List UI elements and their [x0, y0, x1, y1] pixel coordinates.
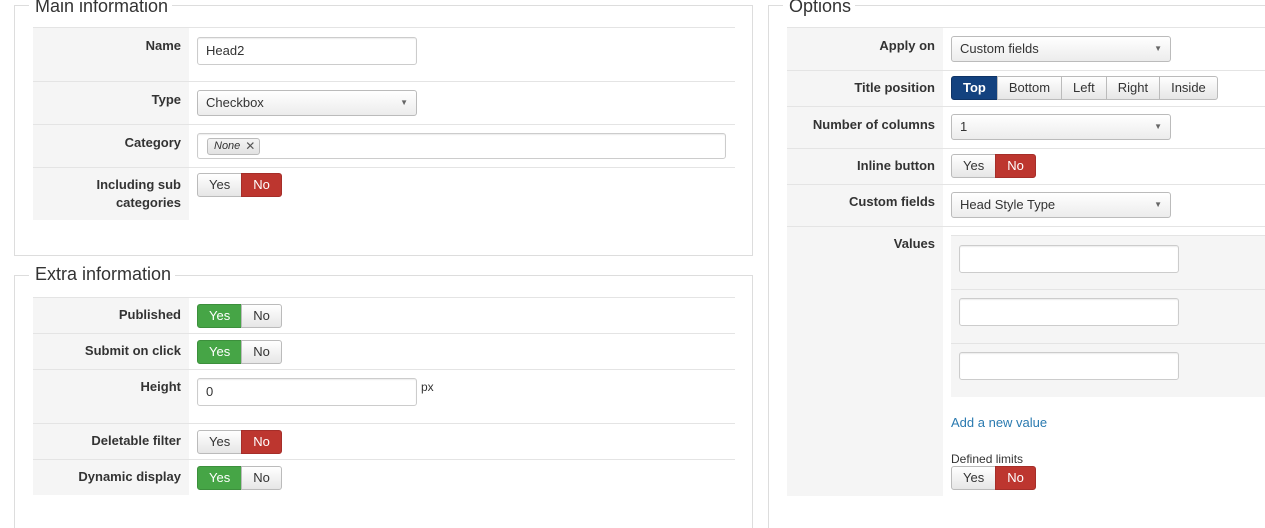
apply-on-select-value: Custom fields — [960, 41, 1039, 56]
custom-fields-select-value: Head Style Type — [960, 197, 1056, 212]
custom-fields-row: Custom fields Head Style Type ▼ — [787, 184, 1265, 226]
height-row: Height 0 px — [33, 369, 735, 423]
deletable-filter-toggle: Yes No — [197, 430, 282, 454]
title-position-toggle: Top Bottom Left Right Inside — [951, 76, 1218, 100]
submit-on-click-yes-button[interactable]: Yes — [197, 340, 243, 364]
custom-fields-label: Custom fields — [787, 185, 943, 226]
add-new-value-link[interactable]: Add a new value — [951, 415, 1047, 430]
options-legend: Options — [783, 0, 856, 16]
extra-information-legend: Extra information — [29, 264, 176, 284]
submit-on-click-row: Submit on click Yes No — [33, 333, 735, 369]
list-item — [951, 235, 1265, 289]
number-of-columns-label: Number of columns — [787, 107, 943, 148]
category-tag-label: None — [214, 140, 241, 152]
chevron-down-icon: ▼ — [1154, 122, 1162, 131]
submit-on-click-toggle: Yes No — [197, 340, 282, 364]
values-label: Values — [787, 227, 943, 496]
number-of-columns-row: Number of columns 1 ▼ — [787, 106, 1265, 148]
main-information-legend: Main information — [29, 0, 173, 16]
including-sub-no-button[interactable]: No — [241, 173, 282, 197]
including-sub-categories-label: Including sub categories — [33, 168, 189, 220]
deletable-filter-no-button[interactable]: No — [241, 430, 282, 454]
category-multiselect[interactable]: None ✕ — [197, 133, 726, 159]
number-of-columns-select[interactable]: 1 ▼ — [951, 114, 1171, 140]
dynamic-display-row: Dynamic display Yes No — [33, 459, 735, 495]
defined-limits-toggle: Yes No — [951, 466, 1036, 490]
defined-limits-label: Defined limits — [951, 452, 1024, 466]
custom-fields-select[interactable]: Head Style Type ▼ — [951, 192, 1171, 218]
submit-on-click-label: Submit on click — [33, 334, 189, 369]
published-no-button[interactable]: No — [241, 304, 282, 328]
inline-button-label: Inline button — [787, 149, 943, 184]
including-sub-categories-toggle: Yes No — [197, 173, 282, 197]
values-list — [951, 235, 1265, 397]
submit-on-click-no-button[interactable]: No — [241, 340, 282, 364]
number-of-columns-value: 1 — [960, 119, 968, 134]
height-label: Height — [33, 370, 189, 423]
defined-limits-no-button[interactable]: No — [995, 466, 1036, 490]
title-position-label: Title position — [787, 71, 943, 106]
list-item — [951, 343, 1265, 397]
apply-on-label: Apply on — [787, 28, 943, 70]
height-unit: px — [421, 380, 434, 394]
list-item — [951, 289, 1265, 343]
apply-on-row: Apply on Custom fields ▼ — [787, 27, 1265, 70]
title-position-bottom-button[interactable]: Bottom — [996, 76, 1063, 100]
including-sub-yes-button[interactable]: Yes — [197, 173, 243, 197]
inline-button-toggle: Yes No — [951, 154, 1036, 178]
dynamic-display-no-button[interactable]: No — [241, 466, 282, 490]
type-label: Type — [33, 82, 189, 124]
dynamic-display-yes-button[interactable]: Yes — [197, 466, 243, 490]
inline-button-yes-button[interactable]: Yes — [951, 154, 997, 178]
type-row: Type Checkbox ▼ — [33, 81, 735, 124]
type-select-value: Checkbox — [206, 95, 264, 110]
title-position-left-button[interactable]: Left — [1061, 76, 1107, 100]
category-label: Category — [33, 125, 189, 167]
published-row: Published Yes No — [33, 297, 735, 333]
height-input[interactable]: 0 — [197, 378, 417, 406]
apply-on-select[interactable]: Custom fields ▼ — [951, 36, 1171, 62]
dynamic-display-toggle: Yes No — [197, 466, 282, 490]
chevron-down-icon: ▼ — [400, 98, 408, 107]
type-select[interactable]: Checkbox ▼ — [197, 90, 417, 116]
published-toggle: Yes No — [197, 304, 282, 328]
title-position-inside-button[interactable]: Inside — [1159, 76, 1218, 100]
close-icon[interactable]: ✕ — [245, 139, 255, 154]
name-row: Name Head2 — [33, 27, 735, 81]
title-position-right-button[interactable]: Right — [1105, 76, 1161, 100]
category-tag: None ✕ — [207, 138, 261, 155]
including-sub-categories-row: Including sub categories Yes No — [33, 167, 735, 220]
values-row: Values Add a new value Defined limits Ye… — [787, 226, 1265, 496]
name-input[interactable]: Head2 — [197, 37, 417, 65]
published-yes-button[interactable]: Yes — [197, 304, 243, 328]
inline-button-no-button[interactable]: No — [995, 154, 1036, 178]
value-input-2[interactable] — [959, 298, 1179, 326]
deletable-filter-label: Deletable filter — [33, 424, 189, 459]
dynamic-display-label: Dynamic display — [33, 460, 189, 495]
title-position-top-button[interactable]: Top — [951, 76, 998, 100]
deletable-filter-row: Deletable filter Yes No — [33, 423, 735, 459]
deletable-filter-yes-button[interactable]: Yes — [197, 430, 243, 454]
defined-limits-yes-button[interactable]: Yes — [951, 466, 997, 490]
published-label: Published — [33, 298, 189, 333]
category-row: Category None ✕ — [33, 124, 735, 167]
title-position-row: Title position Top Bottom Left Right Ins… — [787, 70, 1265, 106]
inline-button-row: Inline button Yes No — [787, 148, 1265, 184]
name-label: Name — [33, 28, 189, 81]
value-input-3[interactable] — [959, 352, 1179, 380]
chevron-down-icon: ▼ — [1154, 200, 1162, 209]
value-input-1[interactable] — [959, 245, 1179, 273]
chevron-down-icon: ▼ — [1154, 44, 1162, 53]
